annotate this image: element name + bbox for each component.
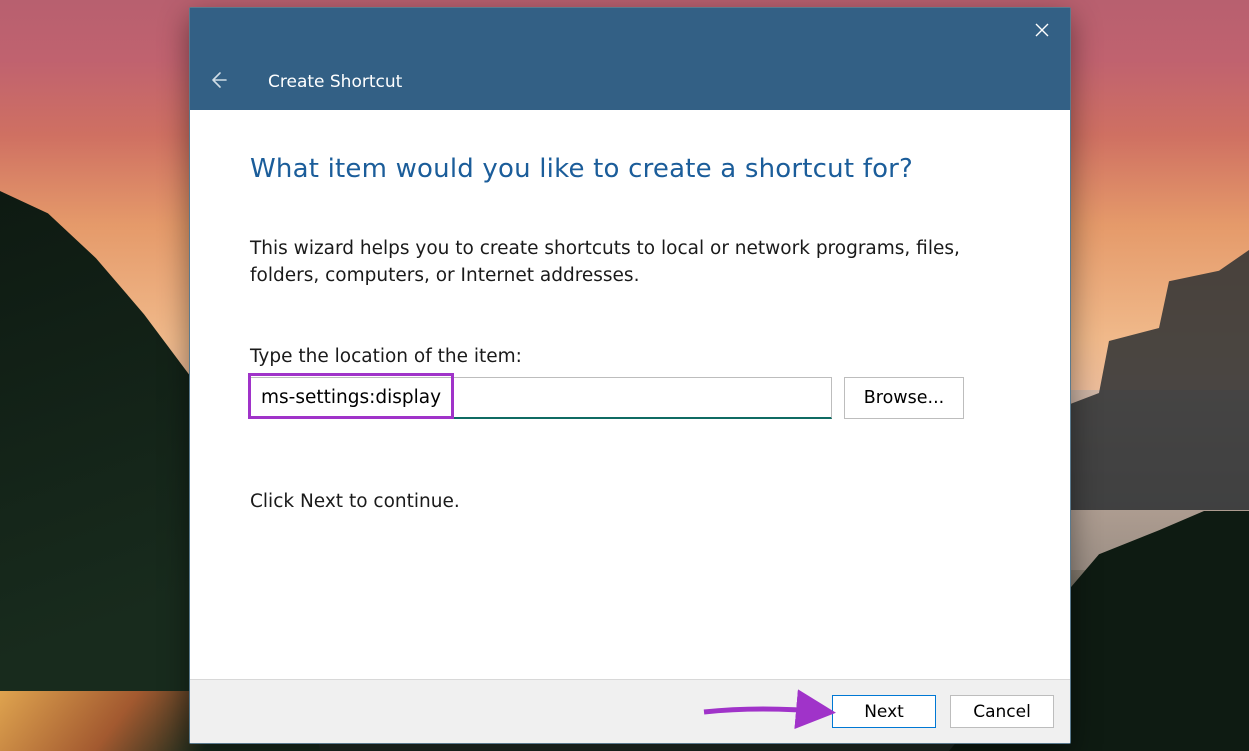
location-row: Browse... [250,377,1010,419]
close-icon [1035,22,1049,41]
continue-hint: Click Next to continue. [250,491,1010,512]
location-label: Type the location of the item: [250,346,1010,367]
dialog-title: Create Shortcut [268,72,402,92]
dialog-titlebar [190,8,1070,54]
arrow-left-icon [208,70,228,94]
cancel-button[interactable]: Cancel [950,695,1054,728]
location-input-wrap [250,377,832,419]
back-button[interactable] [204,68,232,96]
next-button[interactable]: Next [832,695,936,728]
desktop-background-rocks [1049,250,1249,510]
close-button[interactable] [1014,8,1070,54]
dialog-content: What item would you like to create a sho… [190,110,1070,679]
location-input[interactable] [250,377,832,419]
wizard-description: This wizard helps you to create shortcut… [250,236,1010,290]
dialog-footer: Next Cancel [190,679,1070,743]
browse-button[interactable]: Browse... [844,377,964,419]
dialog-header: Create Shortcut [190,54,1070,110]
annotation-arrow [700,696,840,730]
create-shortcut-dialog: Create Shortcut What item would you like… [189,7,1071,744]
wizard-heading: What item would you like to create a sho… [250,154,1010,184]
